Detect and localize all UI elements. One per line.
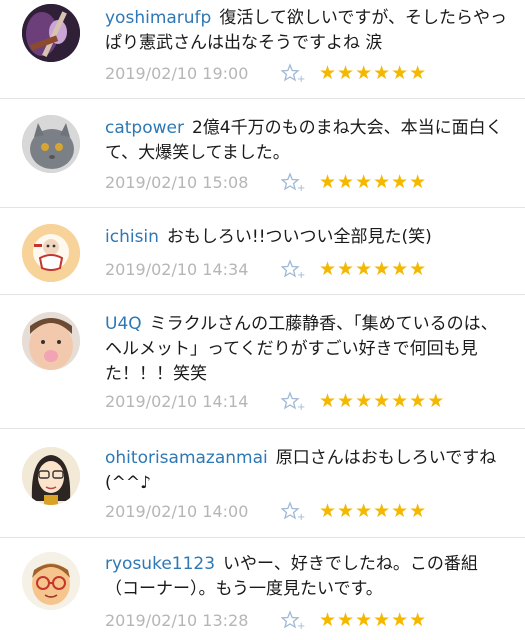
comment-date: 2019/02/10 19:00 bbox=[105, 63, 249, 83]
svg-text:+: + bbox=[297, 621, 305, 630]
avatar[interactable] bbox=[22, 4, 80, 62]
svg-text:+: + bbox=[297, 74, 305, 83]
rating-stars: ★★★★★★★ bbox=[319, 390, 446, 412]
rating-stars: ★★★★★★ bbox=[319, 609, 428, 631]
avatar[interactable] bbox=[22, 312, 80, 370]
star-plus-icon[interactable]: + bbox=[280, 501, 307, 523]
comment-item: U4Q ミラクルさんの工藤静香、「集めているのは、ヘルメット」ってくだりがすごい好… bbox=[0, 295, 525, 429]
username-link[interactable]: ohitorisamazanmai bbox=[105, 448, 268, 468]
avatar[interactable] bbox=[22, 447, 80, 505]
comment-date: 2019/02/10 14:00 bbox=[105, 501, 249, 521]
username-link[interactable]: catpower bbox=[105, 118, 184, 138]
comment-body: yoshimarufp 復活して欲しいですが、そしたらやっぱり憲武さんは出なそうで… bbox=[105, 6, 509, 56]
comment-item: yoshimarufp 復活して欲しいですが、そしたらやっぱり憲武さんは出なそうで… bbox=[0, 0, 525, 99]
svg-text:+: + bbox=[297, 512, 305, 521]
comment-list: yoshimarufp 復活して欲しいですが、そしたらやっぱり憲武さんは出なそうで… bbox=[0, 0, 525, 640]
comment-meta: 2019/02/10 14:34 + ★★★★★★ bbox=[105, 256, 427, 282]
comment-item: ryosuke1123 いやー、好きでしたね。この番組（コーナー）。もう一度見たい… bbox=[0, 538, 525, 640]
username-link[interactable]: U4Q bbox=[105, 314, 142, 334]
comment-text: おもしろい!!ついつい全部見た(笑) bbox=[166, 227, 432, 247]
comment-meta: 2019/02/10 14:00 + ★★★★★★ bbox=[105, 498, 427, 524]
comment-date: 2019/02/10 15:08 bbox=[105, 172, 249, 192]
svg-text:+: + bbox=[297, 270, 305, 279]
comment-meta: 2019/02/10 19:00 + ★★★★★★ bbox=[105, 60, 427, 86]
star-plus-icon[interactable]: + bbox=[280, 172, 307, 194]
comment-body: ichisin おもしろい!!ついつい全部見た(笑) bbox=[105, 225, 509, 250]
star-plus-icon[interactable]: + bbox=[280, 610, 307, 632]
rating-stars: ★★★★★★ bbox=[319, 258, 428, 280]
comment-body: catpower 2億4千万のものまね大会、本当に面白くて、大爆笑してました。 bbox=[105, 116, 509, 166]
comment-item: ohitorisamazanmai 原口さんはおもしろいですね(^^♪ 2019/… bbox=[0, 429, 525, 538]
comment-meta: 2019/02/10 13:28 + ★★★★★★ bbox=[105, 607, 427, 633]
comment-meta: 2019/02/10 15:08 + ★★★★★★ bbox=[105, 169, 427, 195]
comment-body: ryosuke1123 いやー、好きでしたね。この番組（コーナー）。もう一度見たい… bbox=[105, 552, 509, 602]
comment-text: ミラクルさんの工藤静香、「集めているのは、ヘルメット」ってくだりがすごい好きで何… bbox=[105, 314, 498, 384]
avatar[interactable] bbox=[22, 224, 80, 282]
comment-body: ohitorisamazanmai 原口さんはおもしろいですね(^^♪ bbox=[105, 446, 509, 496]
comment-date: 2019/02/10 14:34 bbox=[105, 259, 249, 279]
rating-stars: ★★★★★★ bbox=[319, 500, 428, 522]
star-plus-icon[interactable]: + bbox=[280, 63, 307, 85]
svg-text:+: + bbox=[297, 183, 305, 192]
star-plus-icon[interactable]: + bbox=[280, 391, 307, 413]
svg-text:+: + bbox=[297, 402, 305, 411]
comment-date: 2019/02/10 14:14 bbox=[105, 391, 249, 411]
comment-item: catpower 2億4千万のものまね大会、本当に面白くて、大爆笑してました。 2… bbox=[0, 99, 525, 208]
avatar[interactable] bbox=[22, 552, 80, 610]
rating-stars: ★★★★★★ bbox=[319, 171, 428, 193]
comment-item: ichisin おもしろい!!ついつい全部見た(笑) 2019/02/10 14:… bbox=[0, 208, 525, 295]
star-plus-icon[interactable]: + bbox=[280, 259, 307, 281]
comment-meta: 2019/02/10 14:14 + ★★★★★★★ bbox=[105, 388, 445, 414]
username-link[interactable]: ichisin bbox=[105, 227, 159, 247]
comment-date: 2019/02/10 13:28 bbox=[105, 610, 249, 630]
avatar[interactable] bbox=[22, 115, 80, 173]
username-link[interactable]: ryosuke1123 bbox=[105, 554, 215, 574]
rating-stars: ★★★★★★ bbox=[319, 62, 428, 84]
username-link[interactable]: yoshimarufp bbox=[105, 8, 211, 28]
comment-body: U4Q ミラクルさんの工藤静香、「集めているのは、ヘルメット」ってくだりがすごい好… bbox=[105, 312, 509, 387]
